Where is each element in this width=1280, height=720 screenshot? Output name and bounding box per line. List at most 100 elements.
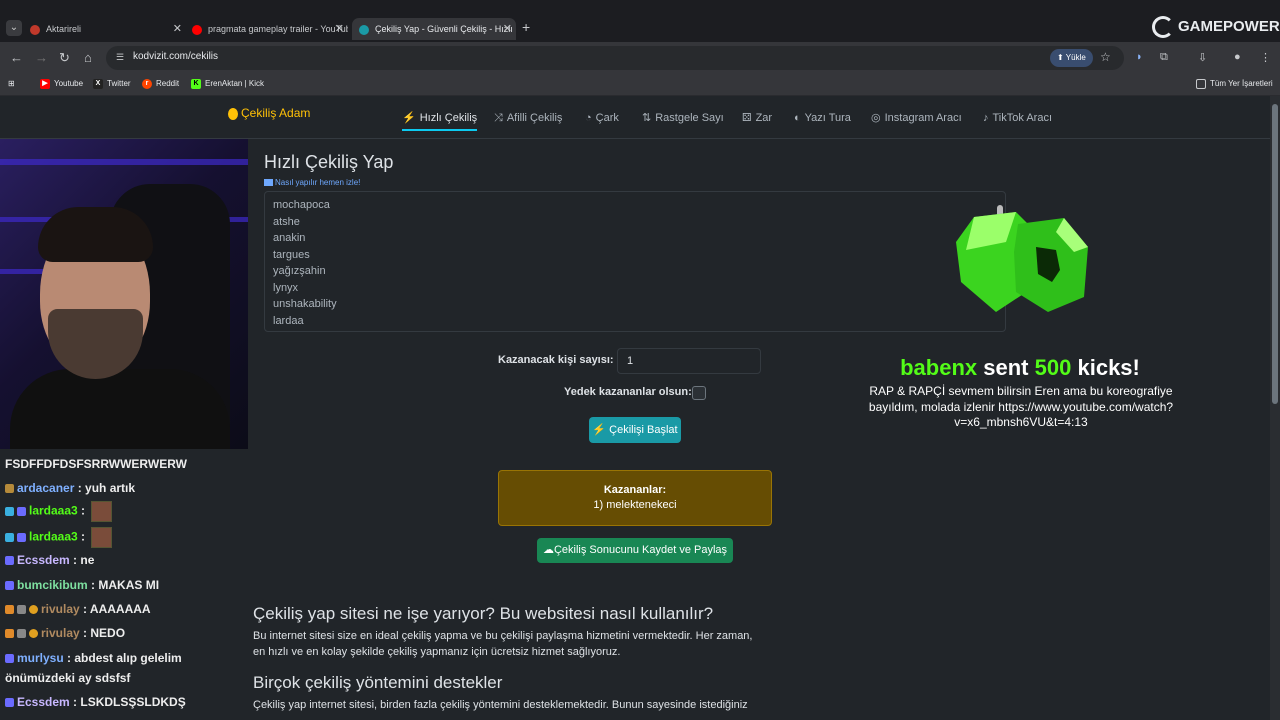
badge-icon: [5, 484, 14, 494]
nav-afilli-cekilis[interactable]: ⤨ Afilli Çekiliş: [494, 111, 562, 131]
menu-dots-icon[interactable]: ⋮: [1260, 51, 1271, 64]
stream-chat: FSDFFDFDSFSRRWWERWERW ardacaner : yuh ar…: [0, 453, 248, 720]
alert-amount: 500: [1034, 355, 1072, 380]
chat-message: FSDFFDFDSFSRRWWERWERW: [5, 457, 187, 471]
bookmark-kick[interactable]: K ErenAktan | Kick: [191, 78, 264, 90]
participant-name: atshe: [273, 215, 300, 228]
home-icon[interactable]: ⌂: [84, 50, 92, 66]
browser-tab-bar: ⌄ Aktarireli ✕ pragmata gameplay trailer…: [0, 0, 1280, 42]
how-to-video-link[interactable]: Nasıl yapılır hemen izle!: [264, 178, 360, 187]
profile-avatar[interactable]: ●: [1234, 51, 1241, 63]
save-button-label: Çekiliş Sonucunu Kaydet ve Paylaş: [553, 544, 728, 556]
chat-username: Ecssdem: [17, 553, 70, 567]
page-scrollbar[interactable]: [1270, 96, 1280, 720]
all-bookmarks[interactable]: Tüm Yer İşaretleri: [1196, 78, 1273, 90]
new-tab-button[interactable]: +: [522, 19, 530, 35]
close-tab-icon[interactable]: ✕: [173, 18, 182, 40]
chat-message: murlysu : abdest alıp gelelim: [5, 651, 182, 665]
save-share-button[interactable]: ☁Çekiliş Sonucunu Kaydet ve Paylaş: [537, 538, 733, 563]
winners-box: Kazananlar: 1) melektenekeci: [498, 470, 772, 526]
bookmark-star-icon[interactable]: ☆: [1100, 50, 1111, 64]
bolt-icon: ⚡: [592, 424, 607, 436]
forward-icon[interactable]: →: [35, 50, 48, 66]
brand-logo-icon: [228, 107, 238, 120]
chat-text: ne: [80, 553, 95, 567]
close-tab-icon[interactable]: ✕: [503, 18, 512, 40]
chat-message: Ecssdem : LSKDLSŞSLDKDŞ: [5, 695, 186, 709]
bookmark-youtube[interactable]: ▶ Youtube: [40, 78, 83, 90]
badge-icon: [17, 533, 26, 542]
extensions-icon[interactable]: ⧉: [1160, 51, 1168, 64]
coin-icon: ◐: [794, 112, 801, 124]
participants-textarea[interactable]: mochapoca atshe anakin targues yağızşahi…: [264, 191, 1006, 332]
badge-icon: [5, 698, 14, 708]
chat-text: FSDFFDFDSFSRRWWERWERW: [5, 457, 187, 471]
site-brand[interactable]: Çekiliş Adam: [228, 106, 310, 120]
kick-alert-title: babenx sent 500 kicks!: [820, 355, 1220, 381]
bookmark-label: Youtube: [54, 79, 84, 88]
tab-aktarireli[interactable]: Aktarireli ✕: [30, 18, 186, 40]
backup-winners-label: Yedek kazananlar olsun:: [564, 386, 692, 398]
chat-message: lardaaa3 :: [5, 501, 113, 522]
pie-icon: ◔: [585, 112, 592, 124]
alert-username: babenx: [900, 355, 978, 380]
nav-yazi-tura[interactable]: ◐ Yazı Tura: [794, 111, 851, 131]
close-tab-icon[interactable]: ✕: [335, 18, 344, 40]
chat-text: abdest alıp gelelim: [74, 651, 182, 665]
tab-search-button[interactable]: ⌄: [6, 20, 22, 36]
kick-alert-message: RAP & RAPÇİ sevmem bilirsin Eren ama bu …: [868, 384, 1174, 429]
nav-zar[interactable]: ⚄ Zar: [742, 111, 772, 131]
site-info-icon[interactable]: ☰: [116, 52, 127, 63]
chat-username: Ecssdem: [17, 695, 70, 709]
bookmark-label: Twitter: [107, 79, 131, 88]
apps-grid-icon[interactable]: ⊞: [8, 78, 15, 90]
nav-rastgele-sayi[interactable]: ⇅ Rastgele Sayı: [642, 111, 724, 131]
kick-icon: K: [191, 78, 201, 89]
backup-winners-checkbox[interactable]: [692, 386, 706, 400]
upload-label: Yükle: [1065, 53, 1086, 62]
bookmark-reddit[interactable]: r Reddit: [142, 78, 179, 90]
dice-icon: ⚄: [742, 112, 752, 124]
chat-text: LSKDLSŞSLDKDŞ: [80, 695, 186, 709]
start-giveaway-button[interactable]: ⚡ Çekilişi Başlat: [589, 417, 681, 443]
badge-icon: [5, 556, 14, 566]
badge-icon: [29, 605, 38, 615]
participant-name: anakin: [273, 232, 306, 244]
address-bar[interactable]: ☰ kodvizit.com/cekilis ⬆ Yükle ☆: [106, 46, 1124, 70]
reload-icon[interactable]: ↻: [59, 50, 70, 66]
participant-name: targues: [273, 248, 310, 261]
kick-gem-icon: [956, 212, 1088, 312]
winner-count-label: Kazanacak kişi sayısı:: [498, 354, 614, 366]
participant-name: unshakability: [273, 298, 337, 310]
nav-hizli-cekilis[interactable]: ⚡ Hızlı Çekiliş: [402, 111, 478, 131]
winner-count-input[interactable]: [617, 348, 761, 374]
chat-username: rivulay: [41, 626, 80, 640]
bookmark-label: ErenAktan | Kick: [205, 79, 264, 88]
bookmark-twitter[interactable]: X Twitter: [93, 78, 131, 90]
cast-icon[interactable]: ◗: [1136, 51, 1143, 63]
nav-tiktok[interactable]: ♪ TikTok Aracı: [983, 111, 1052, 131]
chat-message: ardacaner : yuh artık: [5, 481, 135, 495]
start-button-label: Çekilişi Başlat: [609, 424, 678, 436]
back-icon[interactable]: ←: [10, 50, 23, 66]
section-heading: Çekiliş yap sitesi ne işe yarıyor? Bu we…: [253, 604, 714, 623]
participant-name: mochapoca: [273, 199, 330, 211]
nav-cark[interactable]: ◔ Çark: [585, 111, 619, 131]
tab-youtube[interactable]: pragmata gameplay trailer - YouTube ✕: [192, 18, 348, 40]
bookmark-label: Reddit: [156, 79, 180, 88]
chat-username: murlysu: [17, 651, 64, 665]
section-heading: Birçok çekiliş yöntemini destekler: [253, 673, 503, 692]
chat-text: MAKAS MI: [98, 578, 160, 592]
chat-text: AAAAAAA: [89, 602, 151, 616]
tiktok-icon: ♪: [983, 112, 989, 124]
page-title: Hızlı Çekiliş Yap: [264, 152, 394, 172]
scrollbar-thumb[interactable]: [1272, 104, 1278, 404]
badge-icon: [17, 629, 26, 639]
nav-instagram[interactable]: ◎ Instagram Aracı: [871, 111, 962, 131]
downloads-icon[interactable]: ⇩: [1198, 51, 1207, 64]
badge-icon: [17, 605, 26, 615]
youtube-icon: ▶: [40, 78, 50, 89]
upload-button[interactable]: ⬆ Yükle: [1050, 49, 1093, 67]
tab-cekilis[interactable]: Çekiliş Yap - Güvenli Çekiliş - Hızlı ✕: [352, 18, 516, 40]
folder-icon: [1196, 78, 1206, 89]
